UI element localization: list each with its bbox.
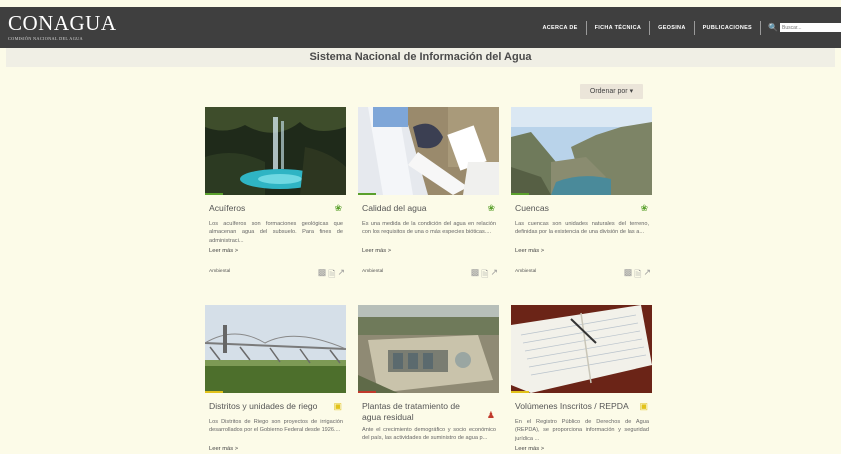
- card-image-lab[interactable]: [358, 107, 499, 195]
- category-accent-bar: [358, 391, 376, 393]
- logo-subtitle: COMISIÓN NACIONAL DEL AGUA: [8, 36, 83, 41]
- card-description: Las cuencas son unidades naturales del t…: [515, 221, 649, 236]
- search-input[interactable]: [780, 23, 841, 32]
- category-accent-bar: [511, 193, 529, 195]
- card-description: En el Registro Público de Derechos de Ag…: [515, 419, 649, 442]
- search-box: 🔍: [768, 23, 841, 32]
- card-title[interactable]: Acuíferos: [205, 203, 327, 214]
- nav-publicaciones[interactable]: PUBLICACIONES: [695, 20, 762, 35]
- card-calidad-del-agua[interactable]: Calidad del agua ❀ Es una medida de la c…: [358, 107, 500, 281]
- card-description: Los Distritos de Riego son proyectos de …: [209, 419, 343, 434]
- document-icon[interactable]: 🗎: [634, 267, 641, 283]
- people-icon: ♟: [486, 410, 495, 420]
- logo-text: CONAGUA: [8, 11, 117, 35]
- card-image-ledger[interactable]: [511, 305, 652, 393]
- card-title[interactable]: Distritos y unidades de riego: [205, 401, 327, 412]
- chart-icon[interactable]: ▩: [624, 267, 633, 283]
- category-accent-bar: [205, 193, 223, 195]
- chart-icon[interactable]: ▩: [318, 267, 327, 283]
- card-title[interactable]: Cuencas: [511, 203, 633, 214]
- order-by-button[interactable]: Ordenar por ▾: [580, 84, 643, 99]
- leaf-icon: ❀: [640, 203, 648, 213]
- card-title[interactable]: Calidad del agua: [358, 203, 480, 214]
- chevron-down-icon: ▾: [629, 88, 634, 95]
- folder-icon: ▣: [333, 401, 342, 411]
- read-more-link[interactable]: Leer más >: [358, 248, 500, 254]
- card-cuencas[interactable]: Cuencas ❀ Las cuencas son unidades natur…: [511, 107, 653, 281]
- chart-icon[interactable]: ▩: [471, 267, 480, 283]
- read-more-link[interactable]: Leer más >: [205, 446, 347, 452]
- card-image-canyon[interactable]: [511, 107, 652, 195]
- card-image-irrigation[interactable]: [205, 305, 346, 393]
- card-image-cave[interactable]: [205, 107, 346, 195]
- card-title[interactable]: Plantas de tratamiento de agua residual: [358, 401, 480, 423]
- read-more-link[interactable]: Leer más >: [511, 446, 653, 452]
- main-nav: ACERCA DE FICHA TÉCNICA GEOSINA PUBLICAC…: [534, 7, 841, 48]
- card-acuiferos[interactable]: Acuíferos ❀ Los acuíferos son formacione…: [205, 107, 347, 281]
- card-distritos-riego[interactable]: Distritos y unidades de riego ▣ Los Dist…: [205, 305, 347, 452]
- card-description: Los acuíferos son formaciones geológicas…: [209, 221, 343, 244]
- nav-geosina[interactable]: GEOSINA: [650, 20, 695, 35]
- document-icon[interactable]: 🗎: [481, 267, 488, 283]
- category-accent-bar: [511, 391, 529, 393]
- top-navbar: CONAGUA COMISIÓN NACIONAL DEL AGUA ACERC…: [0, 7, 841, 48]
- read-more-link[interactable]: Leer más >: [205, 248, 347, 254]
- map-icon[interactable]: ↗: [643, 267, 651, 283]
- card-volumenes-repda[interactable]: Volúmenes Inscritos / REPDA ▣ En el Regi…: [511, 305, 653, 452]
- conagua-logo[interactable]: CONAGUA COMISIÓN NACIONAL DEL AGUA: [8, 11, 117, 42]
- leaf-icon: ❀: [334, 203, 342, 213]
- category-accent-bar: [358, 193, 376, 195]
- nav-ficha-tecnica[interactable]: FICHA TÉCNICA: [587, 20, 651, 35]
- leaf-icon: ❀: [487, 203, 495, 213]
- card-description: Ante el crecimiento demográfico y socio …: [362, 427, 496, 442]
- map-icon[interactable]: ↗: [337, 267, 345, 283]
- nav-acerca-de[interactable]: ACERCA DE: [534, 20, 587, 35]
- category-accent-bar: [205, 391, 223, 393]
- card-image-treatment-plant[interactable]: [358, 305, 499, 393]
- map-icon[interactable]: ↗: [490, 267, 498, 283]
- card-title[interactable]: Volúmenes Inscritos / REPDA: [511, 401, 633, 412]
- page-title: Sistema Nacional de Información del Agua: [6, 48, 835, 67]
- read-more-link[interactable]: Leer más >: [511, 248, 653, 254]
- folder-icon: ▣: [639, 401, 648, 411]
- order-by-label: Ordenar por: [589, 88, 628, 95]
- card-plantas-tratamiento[interactable]: Plantas de tratamiento de agua residual …: [358, 305, 500, 452]
- search-icon[interactable]: 🔍: [768, 23, 778, 32]
- card-description: Es una medida de la condición del agua e…: [362, 221, 496, 236]
- document-icon[interactable]: 🗎: [328, 267, 335, 283]
